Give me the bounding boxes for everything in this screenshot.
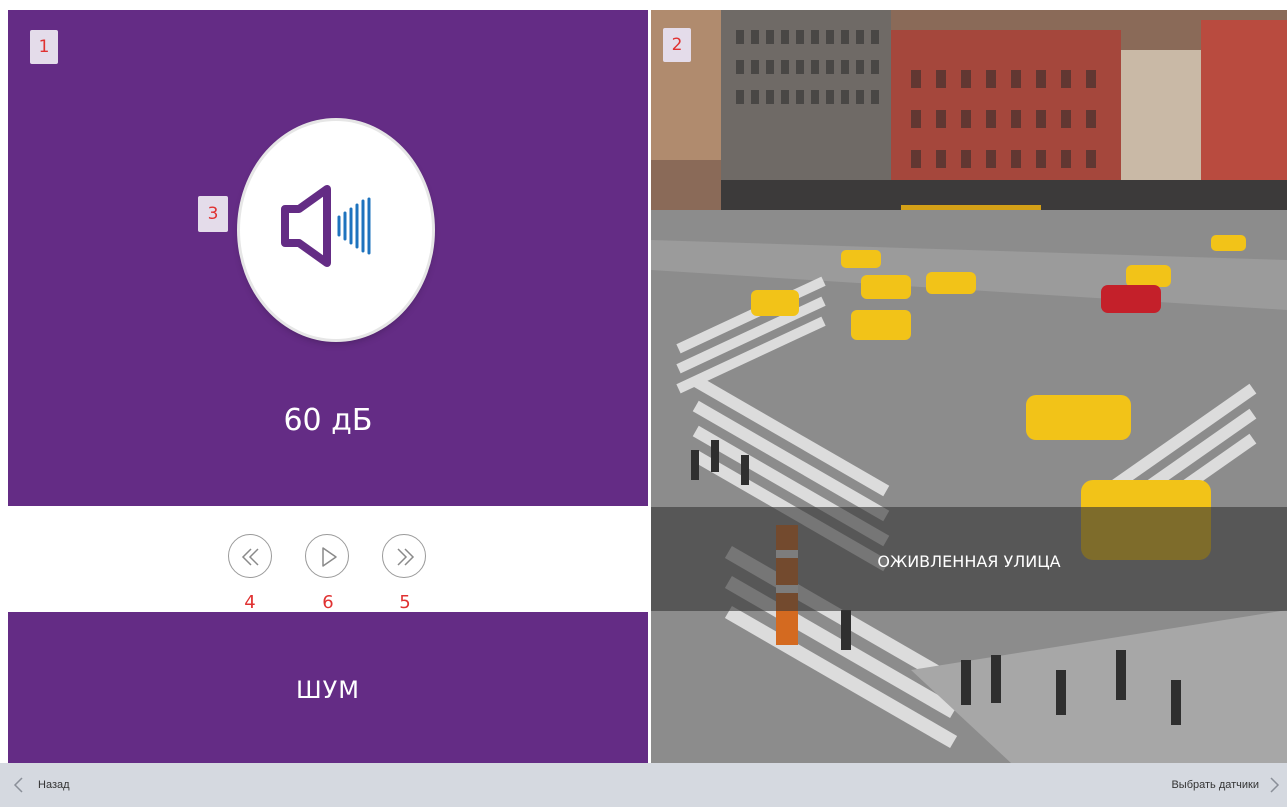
street-scene-image	[651, 10, 1287, 763]
marker-4: 4	[244, 592, 256, 613]
chevron-right-icon	[1270, 777, 1280, 793]
scene-caption: ОЖИВЛЕННАЯ УЛИЦА	[877, 552, 1061, 571]
back-label: Назад	[38, 779, 70, 791]
sound-button[interactable]	[240, 121, 432, 339]
marker-6: 6	[322, 592, 334, 613]
sensor-value: 60 дБ	[283, 403, 373, 438]
back-nav[interactable]: Назад	[12, 763, 70, 807]
double-chevron-left-icon	[241, 548, 259, 566]
marker-2: 2	[663, 28, 691, 62]
select-sensors-nav[interactable]: Выбрать датчики	[1171, 763, 1281, 807]
scene-photo: ОЖИВЛЕННАЯ УЛИЦА 2	[651, 10, 1287, 763]
playback-controls: 4 6 5	[8, 506, 648, 612]
forward-button[interactable]	[382, 534, 426, 578]
next-label: Выбрать датчики	[1171, 779, 1259, 791]
sensor-title-panel: ШУМ	[8, 612, 648, 763]
double-chevron-right-icon	[397, 548, 415, 566]
speaker-volume-icon	[281, 185, 371, 267]
footer-bar: Назад Выбрать датчики	[0, 763, 1287, 807]
play-button[interactable]	[305, 534, 349, 578]
sensor-panel: 1 3 60 дБ	[8, 10, 648, 506]
marker-5: 5	[399, 592, 411, 613]
rewind-button[interactable]	[228, 534, 272, 578]
marker-3: 3	[198, 196, 228, 232]
sensor-name: ШУМ	[296, 676, 360, 704]
play-icon	[322, 547, 337, 567]
marker-1: 1	[30, 30, 58, 64]
chevron-left-icon	[13, 777, 23, 793]
